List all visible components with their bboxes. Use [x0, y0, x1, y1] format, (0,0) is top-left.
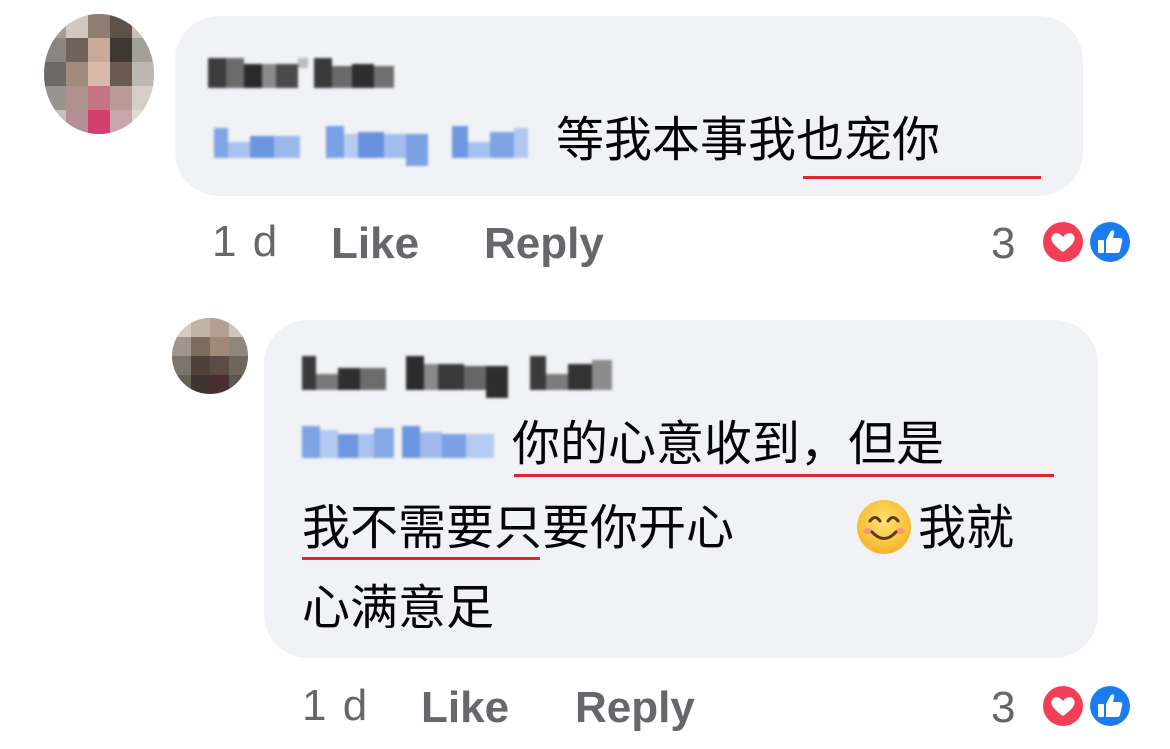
like-icon[interactable] [1086, 682, 1133, 729]
reply-text-line2-tail: 我就 [918, 500, 1015, 556]
reply-text-line2: 我不需要只要你开心 [302, 500, 735, 556]
author-name[interactable] [302, 352, 618, 398]
reaction-count[interactable]: 3 [991, 682, 1015, 734]
text-underline [302, 557, 540, 560]
reaction-count[interactable]: 3 [991, 218, 1015, 270]
love-icon[interactable] [1039, 218, 1086, 265]
mention-tag[interactable] [214, 120, 544, 166]
like-button[interactable]: Like [421, 682, 509, 734]
avatar[interactable] [172, 318, 248, 394]
author-name[interactable] [208, 54, 398, 94]
mention-tag[interactable] [302, 420, 500, 466]
reply-text-line1: 你的心意收到，但是 [512, 416, 945, 472]
text-underline [514, 474, 1054, 477]
reply-text-line3: 心满意足 [302, 580, 495, 636]
like-icon[interactable] [1086, 218, 1133, 265]
reply-button[interactable]: Reply [484, 218, 604, 270]
text-underline [803, 176, 1041, 179]
like-button[interactable]: Like [331, 218, 419, 270]
comment-text: 等我本事我也宠你 [556, 112, 941, 168]
love-icon[interactable] [1039, 682, 1086, 729]
comment-timestamp[interactable]: 1 d [302, 680, 369, 732]
smiling-face-emoji [856, 499, 912, 555]
reply-button[interactable]: Reply [575, 682, 695, 734]
comment-timestamp[interactable]: 1 d [212, 216, 279, 268]
avatar[interactable] [44, 14, 154, 134]
